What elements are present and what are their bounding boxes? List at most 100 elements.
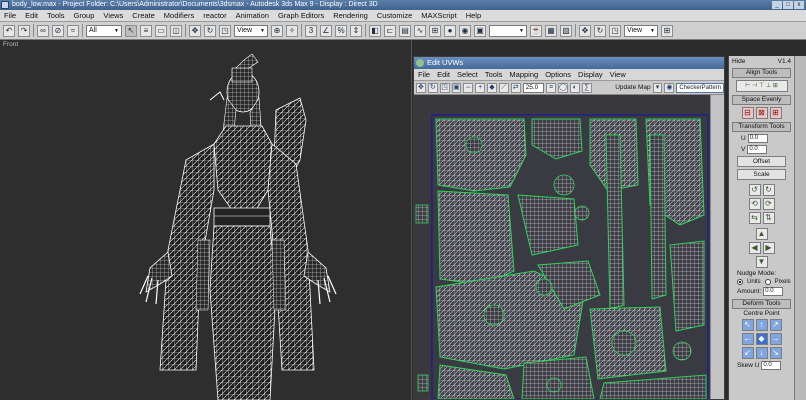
uv-angle-field[interactable]: 25.0 [522,82,545,93]
minimize-button[interactable]: _ [772,1,782,9]
uvw-menu-display[interactable]: Display [578,70,603,79]
spinner-snap-icon[interactable]: ⇕ [350,24,362,37]
menu-create[interactable]: Create [132,11,155,20]
curve-editor-icon[interactable]: ∿ [414,24,426,37]
close-button[interactable]: x [794,1,804,9]
select-and-move-icon[interactable]: ✥ [189,24,201,37]
select-and-link-icon[interactable]: ∞ [37,24,49,37]
uvw-menu-edit[interactable]: Edit [437,70,450,79]
update-map-button[interactable]: Update Map [615,84,650,91]
uv-layout-canvas[interactable] [414,95,724,399]
menu-graph-editors[interactable]: Graph Editors [278,11,324,20]
scale-button[interactable]: Scale [737,169,786,180]
uv-align-icon[interactable]: ⟋ [498,82,509,93]
uvw-menu-view[interactable]: View [610,70,626,79]
bind-space-warp-icon[interactable]: ≈ [67,24,79,37]
nudge-left-icon[interactable]: ◀ [748,242,761,254]
active-shade-icon[interactable]: ▦ [545,24,557,37]
unlink-icon[interactable]: ⊘ [52,24,64,37]
render-setup-icon[interactable]: ◉ [459,24,471,37]
maximize-button[interactable]: □ [783,1,793,9]
rotate-90-right-icon[interactable]: ⟳ [762,198,775,210]
menu-maxscript[interactable]: MAXScript [421,11,456,20]
space-grid-icon[interactable]: ⊞ [769,107,782,119]
menu-animation[interactable]: Animation [236,11,269,20]
redo-icon[interactable]: ↷ [18,24,30,37]
uv-rotate-tool-icon[interactable]: ↻ [427,82,438,93]
uv-move-tool-icon[interactable]: ✥ [416,82,426,93]
deform-tools-rollout[interactable]: Deform Tools [732,299,791,309]
menu-modifiers[interactable]: Modifiers [164,11,194,20]
uv-snap-icon[interactable]: ⌗ [546,82,557,93]
panel-scrollbar[interactable] [794,56,806,400]
flip-v-icon[interactable]: ⇅ [762,212,775,224]
skew-u-value-field[interactable]: 0.0 [761,361,782,370]
quick-render-icon[interactable]: ☕ [530,24,542,37]
pixels-radio[interactable] [764,279,771,285]
flip-h-icon[interactable]: ⇆ [748,212,761,224]
uv-lock-icon[interactable]: ◯ [558,82,568,93]
select-by-name-icon[interactable]: ≡ [140,24,152,37]
uv-rotate-icon[interactable]: ↻ [594,24,606,37]
align-icon[interactable]: ⊏ [384,24,396,37]
space-vertical-icon[interactable]: ⊠ [755,107,768,119]
v-value-field[interactable]: 0.0 [747,145,768,154]
uv-freeform-icon[interactable]: ▣ [451,82,462,93]
render-last-icon[interactable]: ▧ [560,24,572,37]
u-value-field[interactable]: 0.0 [747,134,768,143]
rotate-90-left-icon[interactable]: ⟲ [748,198,761,210]
nudge-up-icon[interactable]: ▲ [755,228,768,240]
transform-tools-rollout[interactable]: Transform Tools [732,122,791,132]
extra-tool-icon[interactable]: ⊞ [661,24,673,37]
align-strip-icon[interactable]: ⊢ ⊣ ⊤ ⊥ ⊞ [735,80,788,92]
select-object-icon[interactable]: ↖ [125,24,137,37]
rotate-cw-icon[interactable]: ↻ [762,184,775,196]
select-manipulate-icon[interactable]: ✧ [286,24,298,37]
window-crossing-icon[interactable]: ◫ [170,24,182,37]
menu-views[interactable]: Views [103,11,123,20]
select-and-rotate-icon[interactable]: ↻ [204,24,216,37]
percent-snap-icon[interactable]: % [335,24,347,37]
checker-pattern-dropdown[interactable]: CheckerPattern [676,82,724,93]
nudge-down-icon[interactable]: ▼ [755,256,768,268]
pivot-center-icon[interactable]: ◆ [755,333,768,345]
pivot-left-icon[interactable]: ← [741,333,754,345]
select-and-scale-icon[interactable]: ◳ [219,24,231,37]
uv-hide-icon[interactable]: ◐ [569,82,580,93]
uvw-side-scrollbar[interactable] [710,95,724,399]
render-type-dropdown[interactable]: ▼ [489,24,527,37]
snap-toggle-icon[interactable]: 3 [305,24,317,37]
uv-flip-icon[interactable]: + [475,82,486,93]
uvw-menu-tools[interactable]: Tools [485,70,503,79]
render-frame-icon[interactable]: ▣ [474,24,486,37]
uv-stitch-icon[interactable]: ∑ [581,82,592,93]
uv-show-map-icon[interactable]: ◆ [487,82,497,93]
offset-button[interactable]: Offset [737,156,786,167]
angle-snap-icon[interactable]: ∠ [320,24,332,37]
pivot-bottom-right-icon[interactable]: ↘ [769,347,782,359]
nudge-right-icon[interactable]: ▶ [762,242,775,254]
uvw-menu-select[interactable]: Select [457,70,478,79]
units-radio[interactable] [737,279,743,285]
space-horizontal-icon[interactable]: ⊟ [741,107,754,119]
uv-weld-icon[interactable]: ⇄ [510,82,521,93]
layer-manager-icon[interactable]: ▤ [399,24,411,37]
hide-button[interactable]: Hide [732,58,745,65]
menu-customize[interactable]: Customize [377,11,412,20]
menu-reactor[interactable]: reactor [203,11,226,20]
align-tools-rollout[interactable]: Align Tools [732,68,791,78]
menu-edit[interactable]: Edit [25,11,38,20]
menu-file[interactable]: File [4,11,16,20]
viewport-label[interactable]: Front [3,41,18,48]
rectangular-selection-icon[interactable]: ▭ [155,24,167,37]
pivot-bottom-left-icon[interactable]: ↙ [741,347,754,359]
pivot-top-left-icon[interactable]: ↖ [741,319,754,331]
rotate-ccw-icon[interactable]: ↺ [748,184,761,196]
amount-value-field[interactable]: 0.0 [763,287,784,296]
menu-group[interactable]: Group [74,11,95,20]
pivot-bottom-icon[interactable]: ↓ [755,347,768,359]
schematic-view-icon[interactable]: ⊞ [429,24,441,37]
pivot-center-icon[interactable]: ⊕ [271,24,283,37]
space-evenly-rollout[interactable]: Space Evenly [732,95,791,105]
pivot-top-icon[interactable]: ↑ [755,319,768,331]
